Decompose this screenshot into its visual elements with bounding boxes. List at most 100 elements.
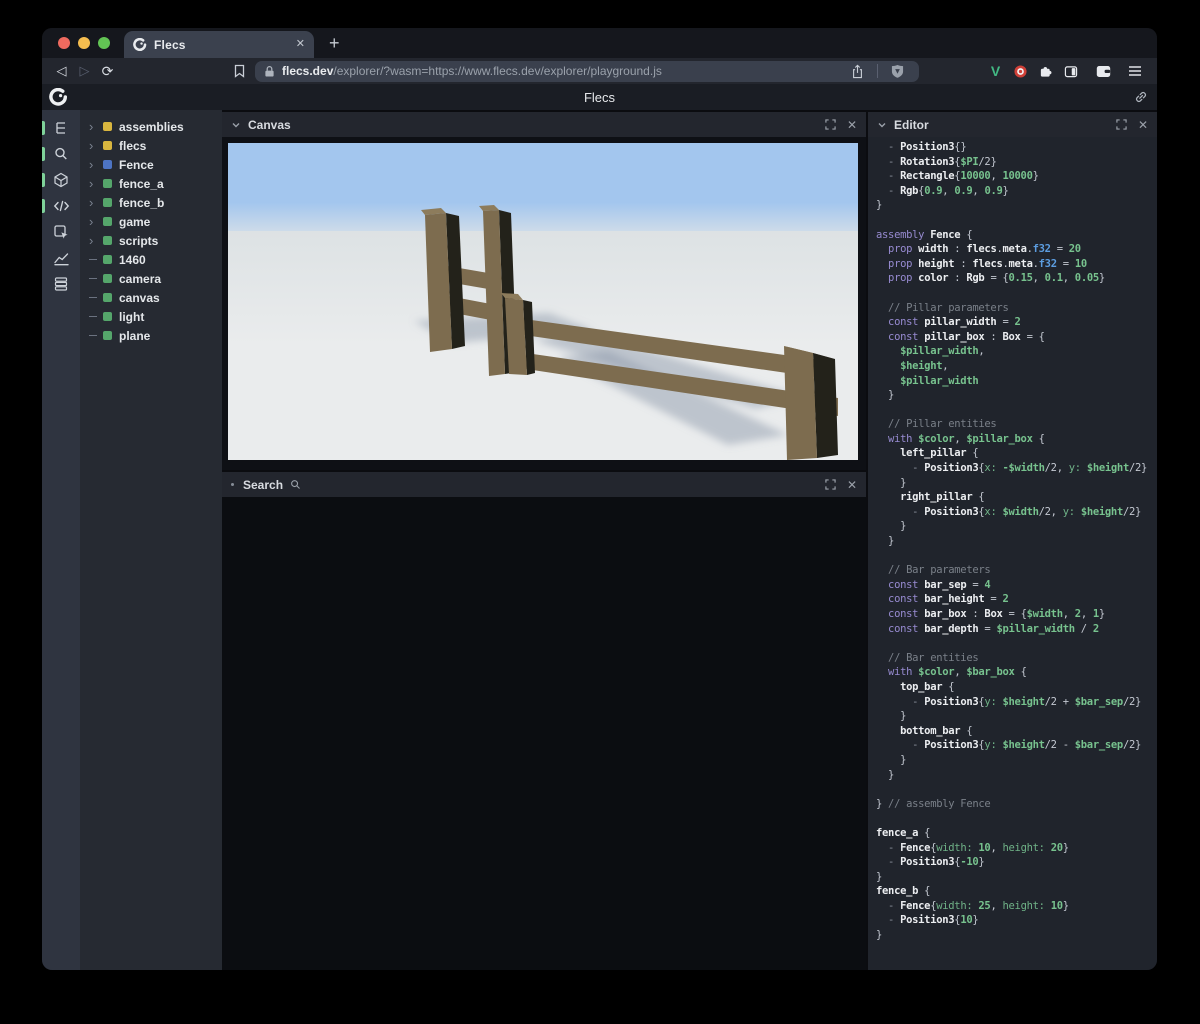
editor-panel-header[interactable]: Editor ✕ xyxy=(868,112,1157,137)
brave-shield-icon[interactable] xyxy=(885,64,910,78)
expand-chevron-icon[interactable]: › xyxy=(89,158,101,171)
tree-item-plane[interactable]: plane xyxy=(80,326,222,345)
entity-kind-swatch xyxy=(103,179,112,188)
back-button[interactable]: ◁ xyxy=(50,58,73,84)
tree-item-flecs[interactable]: › flecs xyxy=(80,136,222,155)
entity-kind-swatch xyxy=(103,217,112,226)
tree-item-game[interactable]: › game xyxy=(80,212,222,231)
browser-tab[interactable]: Flecs ✕ xyxy=(124,31,314,58)
close-panel-icon[interactable]: ✕ xyxy=(1138,119,1148,131)
close-panel-icon[interactable]: ✕ xyxy=(847,119,857,131)
entity-kind-swatch xyxy=(103,160,112,169)
script-editor[interactable]: - Position3{} - Rotation3{$PI/2} - Recta… xyxy=(876,140,1155,943)
tree-item-fence_a[interactable]: › fence_a xyxy=(80,174,222,193)
tool-entities-cube[interactable] xyxy=(42,167,80,193)
tool-code-editor[interactable] xyxy=(42,193,80,219)
collapse-chevron-icon[interactable] xyxy=(231,120,241,130)
expand-chevron-icon[interactable]: › xyxy=(89,215,101,228)
tab-close-button[interactable]: ✕ xyxy=(296,39,305,50)
entity-kind-swatch xyxy=(103,255,112,264)
expand-chevron-icon[interactable]: › xyxy=(89,196,101,209)
tree-item-scripts[interactable]: › scripts xyxy=(80,231,222,250)
tree-item-label: fence_a xyxy=(119,176,164,191)
leaf-dash-icon xyxy=(89,277,101,280)
tool-tree-view[interactable] xyxy=(42,115,80,141)
code-line: // Bar parameters xyxy=(876,564,991,577)
tree-item-1460[interactable]: 1460 xyxy=(80,250,222,269)
vue-devtools-icon[interactable]: V xyxy=(983,63,1008,79)
menu-icon[interactable] xyxy=(1122,65,1147,77)
collapse-chevron-icon[interactable] xyxy=(877,120,887,130)
reload-button[interactable]: ⟳ xyxy=(96,58,119,84)
code-line: } xyxy=(876,199,883,212)
entity-kind-swatch xyxy=(103,274,112,283)
code-line: - Position3{} xyxy=(876,141,967,153)
code-line: with $color, $pillar_box { xyxy=(876,432,1045,445)
share-icon[interactable] xyxy=(845,64,870,79)
code-line: } xyxy=(876,870,883,883)
fullscreen-icon[interactable] xyxy=(825,119,836,130)
editor-panel-title: Editor xyxy=(894,117,929,132)
close-window-button[interactable] xyxy=(58,37,70,49)
canvas-panel-header[interactable]: Canvas ✕ xyxy=(222,112,866,137)
tree-item-fence_b[interactable]: › fence_b xyxy=(80,193,222,212)
browser-tab-bar: Flecs ✕ + xyxy=(42,28,1157,58)
expand-chevron-icon[interactable]: › xyxy=(89,177,101,190)
editor-panel-body[interactable]: - Position3{} - Rotation3{$PI/2} - Recta… xyxy=(868,137,1157,970)
tool-search[interactable] xyxy=(42,141,80,167)
tool-stats-chart[interactable] xyxy=(42,245,80,271)
search-panel-header[interactable]: Search ✕ xyxy=(222,472,866,497)
code-line: - Position3{x: -$width/2, y: $height/2} xyxy=(876,462,1148,475)
share-link-icon[interactable] xyxy=(1134,90,1148,104)
code-line: prop color : Rgb = {0.15, 0.1, 0.05} xyxy=(876,272,1105,285)
entity-kind-swatch xyxy=(103,293,112,302)
code-line: } xyxy=(876,753,907,766)
tree-item-assemblies[interactable]: › assemblies xyxy=(80,117,222,136)
url-domain: flecs.dev xyxy=(282,64,334,78)
page-title: Flecs xyxy=(583,89,616,105)
tree-item-camera[interactable]: camera xyxy=(80,269,222,288)
expand-chevron-icon[interactable]: › xyxy=(89,120,101,133)
desktop-background: Flecs ✕ + ◁ ▷ ⟳ flecs.dev/explorer/?wasm… xyxy=(0,0,1200,1024)
code-line: - Fence{width: 10, height: 20} xyxy=(876,841,1069,854)
forward-button[interactable]: ▷ xyxy=(73,58,96,84)
wallet-icon[interactable] xyxy=(1091,65,1116,78)
reading-list-icon[interactable] xyxy=(227,64,251,78)
3d-viewport[interactable] xyxy=(228,143,858,460)
extension-red-icon[interactable] xyxy=(1008,64,1033,78)
code-line: bottom_bar { xyxy=(876,724,973,737)
tool-strip xyxy=(42,110,80,970)
sidebar-toggle-icon[interactable] xyxy=(1058,65,1083,78)
address-bar[interactable]: flecs.dev/explorer/?wasm=https://www.fle… xyxy=(255,60,919,82)
tab-title: Flecs xyxy=(154,37,186,52)
canvas-panel: Canvas ✕ xyxy=(222,112,866,470)
fullscreen-icon[interactable] xyxy=(825,479,836,490)
search-panel-body[interactable] xyxy=(222,497,866,970)
code-line: - Position3{y: $height/2 - $bar_sep/2} xyxy=(876,739,1142,752)
extensions-puzzle-icon[interactable] xyxy=(1033,65,1058,78)
close-panel-icon[interactable]: ✕ xyxy=(847,479,857,491)
expand-chevron-icon[interactable]: › xyxy=(89,139,101,152)
tree-item-canvas[interactable]: canvas xyxy=(80,288,222,307)
entity-kind-swatch xyxy=(103,312,112,321)
expand-chevron-icon[interactable]: › xyxy=(89,234,101,247)
code-line: - Position3{10} xyxy=(876,914,979,927)
tree-item-light[interactable]: light xyxy=(80,307,222,326)
code-line: - Position3{x: $width/2, y: $height/2} xyxy=(876,505,1142,518)
collapsed-dot-icon[interactable] xyxy=(231,483,234,486)
flecs-app-header: Flecs xyxy=(42,84,1157,110)
tool-inspector[interactable] xyxy=(42,219,80,245)
new-tab-button[interactable]: + xyxy=(329,33,340,54)
tree-item-Fence[interactable]: › Fence xyxy=(80,155,222,174)
minimize-window-button[interactable] xyxy=(78,37,90,49)
zoom-window-button[interactable] xyxy=(98,37,110,49)
code-line: const bar_depth = $pillar_width / 2 xyxy=(876,622,1099,635)
center-column: Canvas ✕ Search ✕ xyxy=(222,110,866,970)
fullscreen-icon[interactable] xyxy=(1116,119,1127,130)
sky xyxy=(228,143,858,239)
tool-data-stack[interactable] xyxy=(42,271,80,297)
code-line: const bar_sep = 4 xyxy=(876,578,991,591)
code-line: prop width : flecs.meta.f32 = 20 xyxy=(876,243,1081,256)
